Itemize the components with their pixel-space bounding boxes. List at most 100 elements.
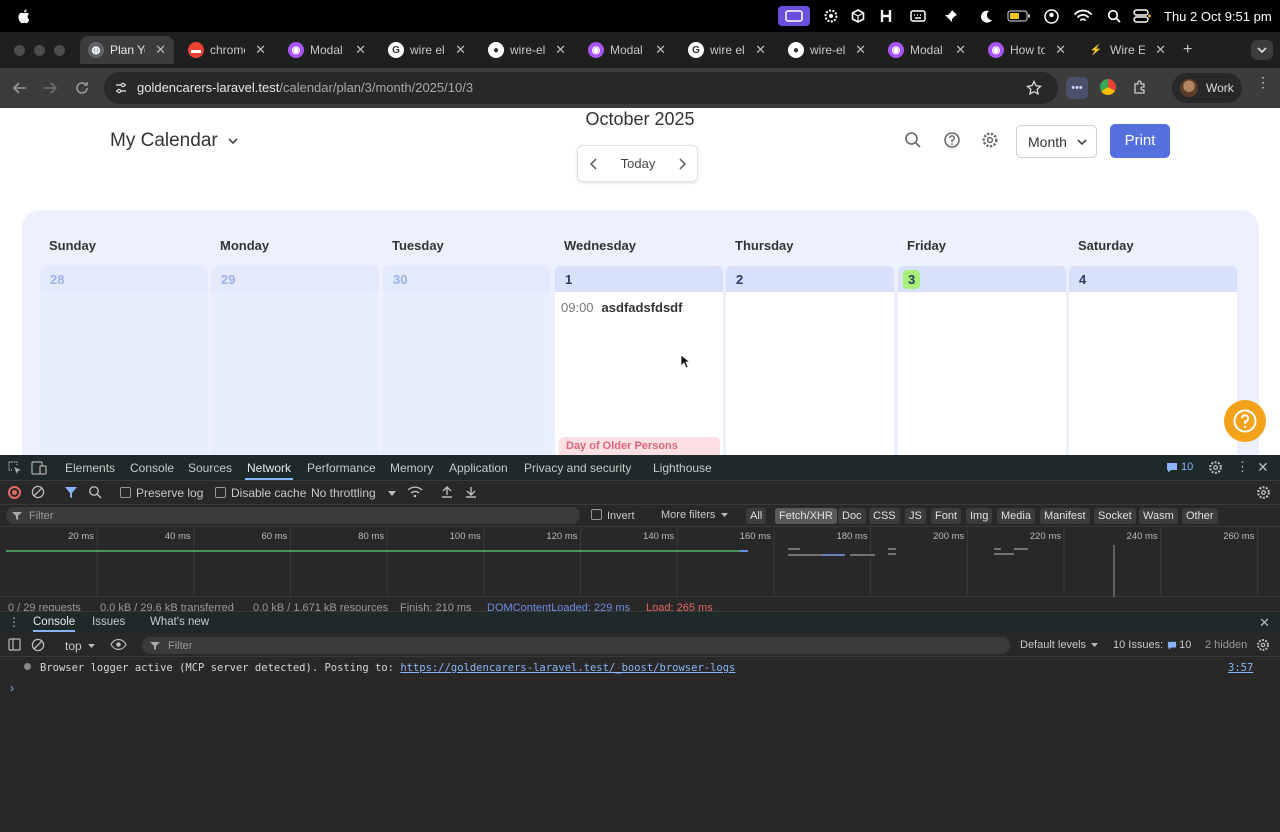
type-filter-chip[interactable]: Font [931,508,962,524]
live-expression-eye-icon[interactable] [110,638,127,651]
console-prompt[interactable]: › [10,681,14,695]
type-filter-chip[interactable]: Doc [838,508,866,524]
record-button[interactable] [8,486,21,499]
drawer-menu-icon[interactable]: ⋮ [8,615,20,629]
tab-close-icon[interactable]: ✕ [555,42,566,58]
devtools-tab[interactable]: Lighthouse [653,461,712,475]
clear-icon[interactable] [31,485,45,499]
browser-tab[interactable]: ● wire-el ✕ [780,36,874,64]
devtools-tab[interactable]: Privacy and security [524,461,631,475]
devtools-tab[interactable]: Performance [307,461,376,475]
wifi-icon[interactable] [1073,8,1093,24]
devtools-tab[interactable]: Sources [188,461,232,475]
previous-month-button[interactable] [588,157,600,171]
browser-tab[interactable]: ◍ Plan Yo ✕ [80,36,174,64]
drawer-tab[interactable]: What's new [150,616,209,628]
day-cell[interactable] [898,292,1066,455]
window-close-button[interactable] [14,45,25,56]
date-header[interactable]: 2 [726,266,894,292]
extension-dots-icon[interactable]: ••• [1066,77,1088,99]
cube-icon[interactable] [850,8,866,24]
settings-gear-menubar-icon[interactable] [822,8,840,24]
network-conditions-icon[interactable] [407,485,423,499]
menubar-clock[interactable]: Thu 2 Oct 9:51 pm [1164,8,1274,24]
today-button[interactable]: Today [610,156,666,171]
day-cell[interactable] [1069,292,1237,455]
disable-cache-checkbox[interactable]: Disable cache [215,486,306,500]
site-info-icon[interactable] [114,81,128,95]
browser-tab[interactable]: ◉ Modal ✕ [280,36,374,64]
drawer-tab[interactable]: Issues [92,616,125,628]
pin-icon[interactable] [942,8,960,24]
tab-close-icon[interactable]: ✕ [755,42,766,58]
type-filter-chip[interactable]: JS [905,508,926,524]
next-month-button[interactable] [676,157,688,171]
browser-tab[interactable]: ● wire-el ✕ [480,36,574,64]
window-zoom-button[interactable] [54,45,65,56]
print-button[interactable]: Print [1110,124,1170,158]
extensions-puzzle-icon[interactable] [1132,79,1148,95]
tab-close-icon[interactable]: ✕ [155,42,166,58]
help-icon[interactable] [943,131,961,149]
tab-close-icon[interactable]: ✕ [1155,42,1166,58]
forward-button[interactable] [42,80,58,96]
tab-close-icon[interactable]: ✕ [255,42,266,58]
type-filter-chip[interactable]: Manifest [1040,508,1090,524]
type-filter-chip[interactable]: Img [966,508,993,524]
import-har-icon[interactable] [440,485,454,499]
drawer-tab[interactable]: Console [33,616,76,632]
browser-tab[interactable]: ◉ Modal ✕ [580,36,674,64]
apple-logo-icon[interactable] [14,8,34,24]
log-link[interactable]: https://goldencarers-laravel.test/_boost… [400,662,735,674]
date-header[interactable]: 3 [898,266,1066,292]
network-timeline-overview[interactable]: 20 ms 40 ms 60 ms 80 ms 100 ms 120 ms 140 ms 16… [0,527,1280,597]
keyboard-icon[interactable] [908,8,928,24]
battery-icon[interactable] [1007,8,1031,24]
day-cell[interactable] [40,292,208,455]
spotlight-search-icon[interactable] [1106,8,1122,24]
browser-tab[interactable]: ◉ How to ✕ [980,36,1074,64]
filter-funnel-icon[interactable] [64,486,78,499]
address-bar[interactable]: goldencarers-laravel.test/calendar/plan/… [104,72,1058,104]
devtools-tab[interactable]: Network [245,461,294,480]
h-app-icon[interactable] [878,8,894,24]
preserve-log-checkbox[interactable]: Preserve log [120,486,203,500]
browser-menu-icon[interactable]: ⋮ [1256,75,1270,89]
type-filter-chip[interactable]: Other [1182,508,1218,524]
tab-close-icon[interactable]: ✕ [655,42,666,58]
profile-button[interactable]: Work [1172,73,1242,103]
tab-close-icon[interactable]: ✕ [955,42,966,58]
devtools-tab[interactable]: Elements [65,461,115,475]
devtools-tab[interactable]: Memory [390,461,433,475]
settings-gear-icon[interactable] [981,131,999,149]
day-cell[interactable] [726,292,894,455]
reload-button[interactable] [74,80,90,96]
tab-close-icon[interactable]: ✕ [855,42,866,58]
day-cell[interactable] [211,292,379,455]
devtools-settings-icon[interactable] [1208,460,1223,475]
bookmark-star-icon[interactable] [1026,80,1042,96]
more-filters-dropdown[interactable]: More filters [661,509,729,521]
moon-icon[interactable] [978,8,994,24]
type-filter-chip[interactable]: All [746,508,767,524]
extension-color-icon[interactable] [1100,79,1116,95]
network-settings-icon[interactable] [1256,485,1271,500]
help-fab-button[interactable] [1224,400,1266,442]
tab-close-icon[interactable]: ✕ [1055,42,1066,58]
browser-tab[interactable]: Gwire ele ✕ [680,36,774,64]
date-header[interactable]: 29 [211,266,379,292]
calendar-selector[interactable]: My Calendar [110,130,238,152]
tab-search-button[interactable] [1251,40,1273,60]
date-header[interactable]: 28 [40,266,208,292]
type-filter-chip[interactable]: Media [997,508,1035,524]
browser-tab[interactable]: ◉ Modal ✕ [880,36,974,64]
new-tab-button[interactable]: + [1183,41,1192,59]
sidebar-toggle-icon[interactable] [8,638,21,651]
day-cell[interactable] [555,292,723,455]
type-filter-chip[interactable]: Wasm [1139,508,1178,524]
console-settings-icon[interactable] [1256,638,1270,652]
export-har-icon[interactable] [464,485,478,499]
console-filter-input[interactable]: Filter [142,637,1010,654]
window-minimize-button[interactable] [34,45,45,56]
search-network-icon[interactable] [88,485,102,499]
